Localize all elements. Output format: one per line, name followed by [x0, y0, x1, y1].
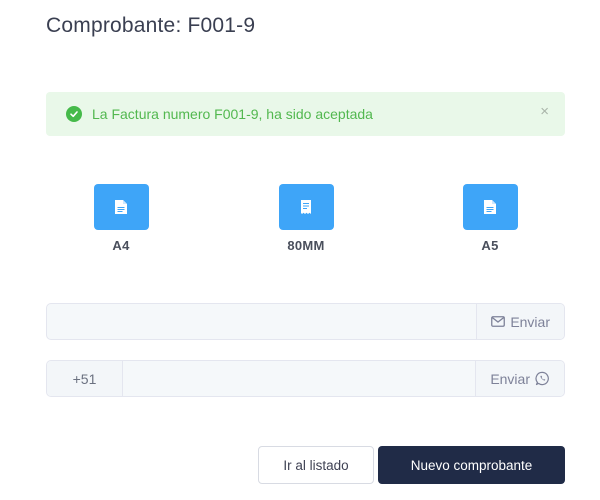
document-icon	[484, 200, 496, 214]
email-input-group: Enviar	[46, 303, 565, 340]
page-title: Comprobante: F001-9	[46, 14, 256, 37]
go-to-list-button[interactable]: Ir al listado	[258, 446, 374, 484]
print-a4-button[interactable]	[93, 184, 149, 230]
format-a5: A5	[460, 184, 520, 253]
new-voucher-button[interactable]: Nuevo comprobante	[378, 446, 565, 484]
print-a5-button[interactable]	[462, 184, 518, 230]
print-80mm-button[interactable]	[278, 184, 334, 230]
send-email-button[interactable]: Enviar	[476, 304, 564, 339]
receipt-icon	[301, 200, 311, 214]
format-label: A4	[112, 238, 130, 253]
send-email-label: Enviar	[510, 313, 550, 330]
whatsapp-icon	[535, 371, 549, 386]
document-icon	[115, 200, 127, 214]
format-label: 80MM	[287, 238, 325, 253]
format-label: A5	[481, 238, 499, 253]
format-a4: A4	[91, 184, 151, 253]
format-80mm: 80MM	[276, 184, 336, 253]
check-circle-icon	[66, 106, 82, 122]
send-whatsapp-button[interactable]: Enviar	[475, 361, 564, 396]
envelope-icon	[491, 316, 506, 327]
phone-field[interactable]	[123, 361, 476, 396]
email-field[interactable]	[47, 304, 477, 339]
close-icon[interactable]: ×	[540, 104, 549, 120]
whatsapp-input-group: +51 Enviar	[46, 360, 565, 397]
alert-message: La Factura numero F001-9, ha sido acepta…	[92, 106, 373, 122]
phone-prefix: +51	[47, 361, 123, 396]
success-alert: La Factura numero F001-9, ha sido acepta…	[46, 92, 565, 136]
send-whatsapp-label: Enviar	[490, 370, 530, 387]
